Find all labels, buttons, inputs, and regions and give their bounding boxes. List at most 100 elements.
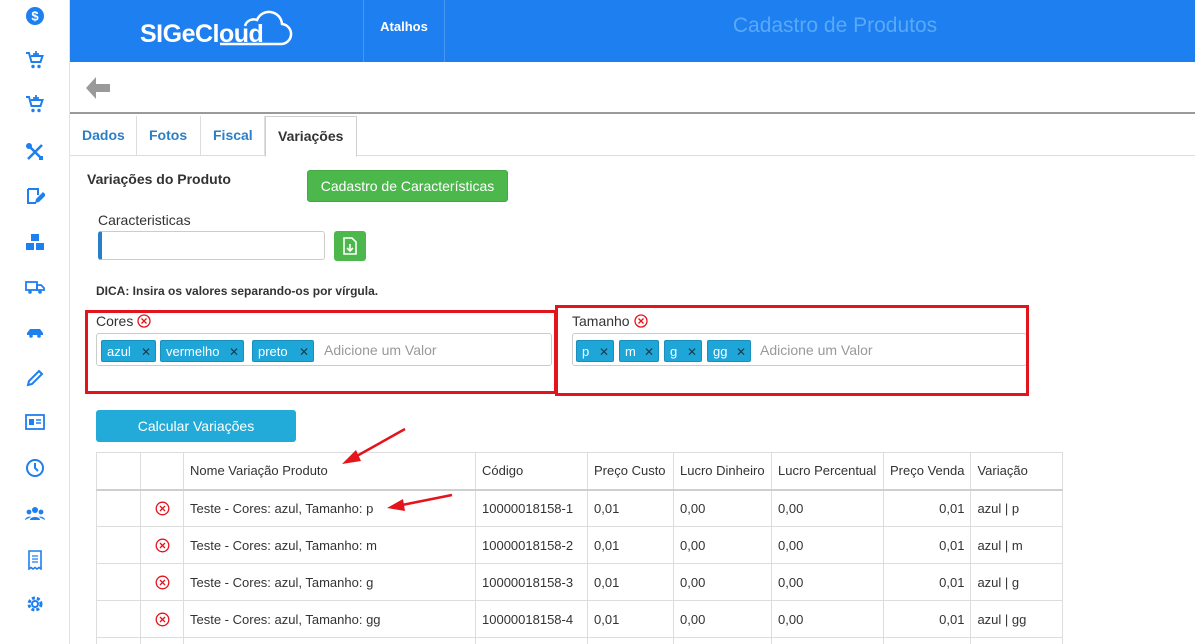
cell-codigo: 10000018158-1 — [475, 489, 588, 527]
row-delete-cell — [140, 489, 184, 527]
delete-row-icon[interactable] — [155, 501, 170, 516]
cell-lucro-dinheiro[interactable]: 0,00 — [673, 600, 772, 638]
annotation-highlight-box — [85, 310, 557, 394]
car-icon[interactable] — [24, 321, 46, 343]
row-select-cell[interactable] — [96, 489, 141, 527]
cart-add-icon[interactable] — [24, 93, 46, 115]
cadastro-caracteristicas-button[interactable]: Cadastro de Características — [307, 170, 508, 202]
column-header: Lucro Dinheiro — [673, 452, 772, 491]
cell-variacao — [970, 637, 1064, 644]
cart-add-icon[interactable] — [24, 49, 46, 71]
cell-nome: Teste - Cores: azul, Tamanho: p — [183, 489, 476, 527]
cell-lucro-dinheiro — [673, 637, 772, 644]
row-delete-cell — [140, 600, 184, 638]
cell-codigo: 10000018158-2 — [475, 526, 588, 564]
cell-preco-custo[interactable]: 0,01 — [587, 489, 674, 527]
row-delete-cell — [140, 526, 184, 564]
cell-preco-venda — [882, 637, 972, 644]
cell-codigo — [475, 637, 588, 644]
boxes-icon[interactable] — [24, 231, 46, 253]
toolbar — [70, 62, 1195, 114]
cell-lucro-percentual[interactable]: 0,00 — [771, 563, 884, 601]
table-row: Teste - Cores: azul, Tamanho: g 10000018… — [96, 563, 1064, 601]
cell-variacao: azul | gg — [970, 600, 1064, 638]
receipt-icon[interactable] — [24, 549, 46, 571]
cell-lucro-percentual — [771, 637, 884, 644]
row-select-cell — [96, 637, 141, 644]
tools-icon[interactable] — [24, 141, 46, 163]
cell-lucro-dinheiro[interactable]: 0,00 — [673, 526, 772, 564]
variations-table: Nome Variação Produto Código Preço Custo… — [96, 452, 1064, 644]
delete-row-icon[interactable] — [155, 575, 170, 590]
row-select-cell[interactable] — [96, 563, 141, 601]
users-icon[interactable] — [24, 503, 46, 525]
cell-lucro-percentual[interactable]: 0,00 — [771, 489, 884, 527]
table-row: Teste - Cores: azul, Tamanho: gg 1000001… — [96, 600, 1064, 638]
cell-lucro-dinheiro[interactable]: 0,00 — [673, 489, 772, 527]
row-select-cell[interactable] — [96, 600, 141, 638]
arrow-left-icon — [86, 77, 110, 99]
cell-variacao: azul | g — [970, 563, 1064, 601]
add-caracteristica-button[interactable] — [334, 231, 366, 261]
dollar-icon[interactable]: $ — [24, 5, 46, 27]
cell-lucro-dinheiro[interactable]: 0,00 — [673, 563, 772, 601]
cell-preco-custo[interactable]: 0,01 — [587, 600, 674, 638]
delete-row-icon[interactable] — [155, 538, 170, 553]
annotation-highlight-box — [555, 305, 1029, 396]
cell-preco-custo[interactable]: 0,01 — [587, 563, 674, 601]
cell-nome — [183, 637, 476, 644]
cell-variacao: azul | p — [970, 489, 1064, 527]
delete-row-icon[interactable] — [155, 612, 170, 627]
cell-codigo: 10000018158-4 — [475, 600, 588, 638]
edit-icon[interactable] — [24, 185, 46, 207]
cell-preco-custo — [587, 637, 674, 644]
cell-preco-venda[interactable]: 0,01 — [882, 600, 972, 638]
column-header: Variação — [970, 452, 1064, 491]
calcular-variacoes-button[interactable]: Calcular Variações — [96, 410, 296, 442]
row-delete-cell — [140, 563, 184, 601]
caracteristicas-label: Caracteristicas — [98, 212, 191, 228]
table-row: Teste - Cores: azul, Tamanho: p 10000018… — [96, 489, 1064, 527]
caracteristicas-input[interactable] — [98, 231, 325, 260]
table-row: Teste - Cores: azul, Tamanho: m 10000018… — [96, 526, 1064, 564]
cell-nome: Teste - Cores: azul, Tamanho: gg — [183, 600, 476, 638]
column-header: Preço Custo — [587, 452, 674, 491]
cell-preco-venda[interactable]: 0,01 — [882, 563, 972, 601]
truck-icon[interactable] — [24, 276, 46, 298]
tab-fotos[interactable]: Fotos — [137, 116, 201, 156]
top-header: SIGeCloud Atalhos Cadastro de Produtos — [70, 0, 1195, 62]
cell-preco-venda[interactable]: 0,01 — [882, 489, 972, 527]
logo-text: SIGeCloud — [140, 20, 264, 48]
tab-bar: Dados Fotos Fiscal Variações — [70, 116, 1195, 157]
cell-preco-venda[interactable]: 0,01 — [882, 526, 972, 564]
tab-variacoes[interactable]: Variações — [265, 116, 357, 157]
cell-nome: Teste - Cores: azul, Tamanho: g — [183, 563, 476, 601]
clock-icon[interactable] — [24, 457, 46, 479]
tab-fiscal[interactable]: Fiscal — [201, 116, 265, 156]
back-button[interactable] — [84, 75, 112, 101]
svg-text:$: $ — [31, 9, 39, 24]
column-header: Nome Variação Produto — [183, 452, 476, 491]
sigecloud-logo[interactable]: SIGeCloud — [140, 6, 300, 54]
column-header: Lucro Percentual — [771, 452, 884, 491]
cell-lucro-percentual[interactable]: 0,00 — [771, 600, 884, 638]
cell-variacao: azul | m — [970, 526, 1064, 564]
column-header — [96, 452, 141, 491]
gear-icon[interactable] — [24, 593, 46, 615]
cell-lucro-percentual[interactable]: 0,00 — [771, 526, 884, 564]
cell-preco-custo[interactable]: 0,01 — [587, 526, 674, 564]
atalhos-menu[interactable]: Atalhos — [364, 0, 444, 54]
tab-dados[interactable]: Dados — [70, 116, 137, 156]
id-card-icon[interactable] — [24, 411, 46, 433]
column-header: Preço Venda — [882, 452, 972, 491]
row-select-cell[interactable] — [96, 526, 141, 564]
table-header-row: Nome Variação Produto Código Preço Custo… — [96, 452, 1064, 491]
dica-text: DICA: Insira os valores separando-os por… — [96, 284, 379, 298]
page-title: Cadastro de Produtos — [732, 14, 938, 37]
pencil-icon[interactable] — [24, 367, 46, 389]
row-delete-cell — [140, 637, 184, 644]
header-divider — [444, 0, 445, 62]
section-title: Variações do Produto — [87, 171, 231, 187]
cell-nome: Teste - Cores: azul, Tamanho: m — [183, 526, 476, 564]
sidebar: $ — [0, 0, 70, 644]
